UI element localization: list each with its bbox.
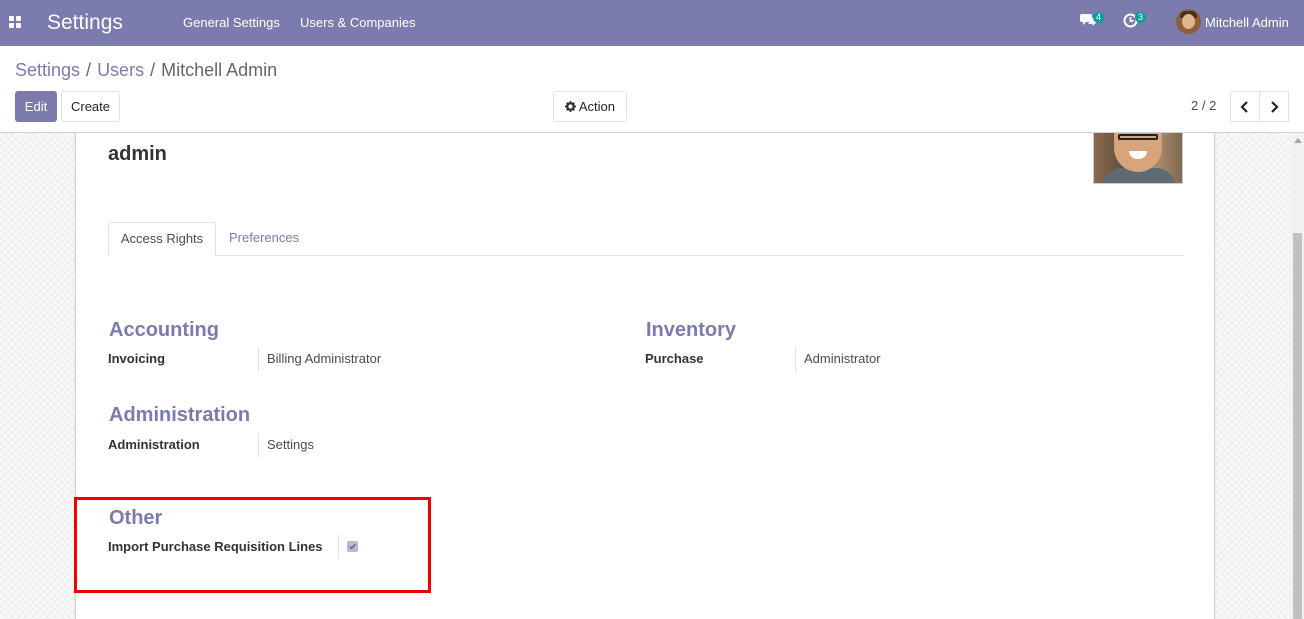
action-label: Action	[578, 99, 616, 114]
pager-previous-button[interactable]	[1230, 91, 1260, 122]
create-button[interactable]: Create	[61, 91, 120, 122]
apps-menu-icon[interactable]	[9, 16, 21, 28]
vertical-scrollbar[interactable]	[1291, 133, 1304, 619]
group-title-accounting: Accounting	[109, 319, 219, 341]
breadcrumb-current: Mitchell Admin	[161, 60, 278, 80]
breadcrumb-users[interactable]: Users	[97, 60, 144, 80]
scrollbar-thumb[interactable]	[1293, 233, 1302, 619]
breadcrumb-settings[interactable]: Settings	[15, 60, 80, 80]
top-navbar: Settings General Settings Users & Compan…	[0, 0, 1304, 46]
messages-count-badge: 4	[1093, 12, 1105, 23]
breadcrumb: Settings / Users / Mitchell Admin	[15, 59, 277, 81]
chevron-left-icon	[1240, 101, 1248, 113]
pager-value[interactable]: 2 / 2	[1191, 98, 1216, 114]
menu-general-settings[interactable]: General Settings	[183, 15, 280, 31]
tab-access-rights[interactable]: Access Rights	[108, 222, 216, 256]
field-label-invoicing: Invoicing	[108, 351, 166, 366]
pager-next-button[interactable]	[1259, 91, 1289, 122]
breadcrumb-separator: /	[150, 60, 156, 80]
action-button[interactable]: Action	[553, 91, 627, 122]
field-value-administration: Settings	[258, 433, 314, 457]
app-title: Settings	[47, 11, 123, 34]
user-name: Mitchell Admin	[1205, 15, 1289, 30]
user-photo[interactable]	[1093, 133, 1183, 184]
activities-count-badge: 3	[1135, 12, 1147, 23]
form-view: admin Access Rights Preferences Accounti…	[0, 133, 1304, 619]
breadcrumb-separator: /	[86, 60, 92, 80]
control-panel: Settings / Users / Mitchell Admin Edit Creat…	[0, 46, 1304, 133]
gear-icon	[564, 101, 576, 112]
highlight-box	[74, 497, 431, 593]
edit-button[interactable]: Edit	[15, 91, 57, 122]
user-login-title: admin	[108, 143, 167, 165]
scroll-up-arrow-icon[interactable]	[1294, 138, 1302, 143]
group-title-inventory: Inventory	[646, 319, 737, 341]
field-label-purchase: Purchase	[645, 351, 704, 366]
field-value-invoicing: Billing Administrator	[258, 347, 381, 371]
avatar	[1176, 9, 1201, 34]
field-label-administration: Administration	[108, 437, 200, 452]
menu-users-companies[interactable]: Users & Companies	[300, 15, 416, 31]
notebook-tabs: Access Rights Preferences	[108, 222, 1183, 256]
chevron-right-icon	[1271, 101, 1279, 113]
field-value-purchase: Administrator	[795, 347, 881, 371]
group-title-administration: Administration	[109, 404, 251, 426]
tab-preferences[interactable]: Preferences	[229, 222, 299, 256]
